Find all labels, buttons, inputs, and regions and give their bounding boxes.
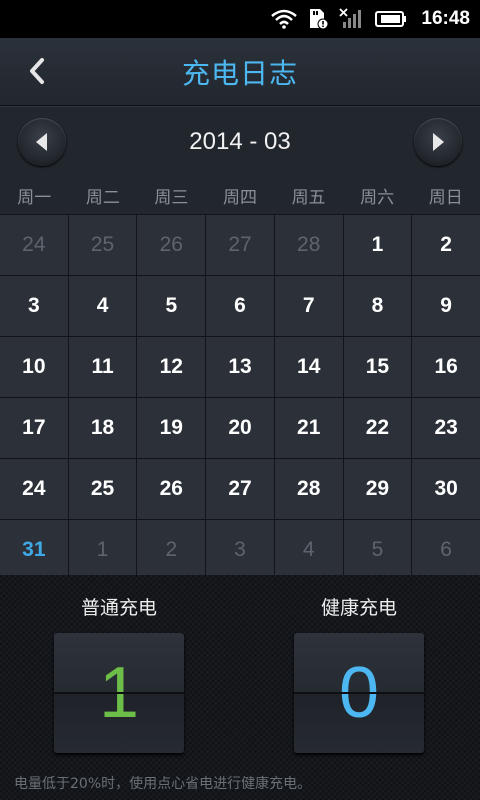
battery-icon [375, 10, 407, 28]
calendar-day[interactable]: 1 [68, 520, 137, 580]
normal-charge-label: 普通充电 [80, 597, 157, 619]
status-bar: 16:48 [0, 0, 480, 38]
calendar-day[interactable]: 12 [137, 337, 206, 397]
healthy-charge-count: 0 [294, 633, 424, 753]
calendar-day[interactable]: 14 [274, 337, 343, 397]
calendar-day[interactable]: 29 [343, 459, 412, 519]
calendar-day[interactable]: 5 [343, 520, 412, 580]
calendar-day[interactable]: 7 [274, 276, 343, 336]
calendar-day[interactable]: 28 [274, 215, 343, 275]
normal-charge-count: 1 [54, 633, 184, 753]
weekday-label: 周一 [17, 187, 52, 208]
calendar-day[interactable]: 3 [0, 276, 68, 336]
calendar-day[interactable]: 9 [412, 276, 480, 336]
calendar-day[interactable]: 21 [274, 398, 343, 458]
calendar-day[interactable]: 27 [206, 459, 274, 519]
triangle-left-icon [36, 132, 47, 151]
calendar-grid: 24 25 26 27 28 1 2 3 4 5 6 7 8 9 10 11 12 13 14 15 16 17 18 19 2… [0, 214, 480, 580]
weekday-label: 周日 [428, 187, 463, 208]
month-navigator: 2014 - 03 [0, 106, 480, 176]
calendar-day[interactable]: 18 [68, 398, 137, 458]
calendar-day[interactable]: 27 [206, 215, 274, 275]
calendar-day[interactable]: 6 [206, 276, 274, 336]
calendar-day[interactable]: 25 [68, 215, 137, 275]
calendar-day[interactable]: 26 [137, 459, 206, 519]
calendar-day[interactable]: 2 [137, 520, 206, 580]
calendar-day[interactable]: 22 [343, 398, 412, 458]
prev-month-button[interactable] [18, 117, 66, 166]
next-month-button[interactable] [413, 117, 462, 166]
calendar-day[interactable]: 30 [412, 459, 480, 519]
calendar-day[interactable]: 25 [68, 459, 137, 519]
hint-text: 电量低于20%时，使用点心省电进行健康充电。 [14, 776, 312, 792]
calendar-day[interactable]: 5 [137, 276, 206, 336]
chevron-left-icon[interactable] [22, 56, 52, 86]
calendar-day[interactable]: 13 [206, 337, 274, 397]
calendar-day[interactable]: 19 [137, 398, 206, 458]
weekday-label: 周六 [360, 187, 395, 208]
calendar-day[interactable]: 11 [68, 337, 137, 397]
calendar-day[interactable]: 15 [343, 337, 412, 397]
page-title: 充电日志 [181, 56, 298, 90]
current-month: 2014 - 03 [189, 127, 291, 155]
sd-notification-icon [307, 8, 329, 30]
calendar-day[interactable]: 24 [0, 215, 68, 275]
calendar-day[interactable]: 28 [274, 459, 343, 519]
calendar-day[interactable]: 1 [343, 215, 412, 275]
calendar-day[interactable]: 3 [206, 520, 274, 580]
weekday-label: 周五 [291, 187, 326, 208]
calendar-day[interactable]: 16 [412, 337, 480, 397]
calendar-day[interactable]: 10 [0, 337, 68, 397]
calendar-day[interactable]: 20 [206, 398, 274, 458]
no-signal-icon [339, 8, 365, 30]
weekday-label: 周二 [85, 187, 120, 208]
calendar-day[interactable]: 2 [412, 215, 480, 275]
calendar-day[interactable]: 24 [0, 459, 68, 519]
weekday-label: 周四 [222, 187, 257, 208]
calendar-day[interactable]: 17 [0, 398, 68, 458]
calendar-day-today[interactable]: 31 [0, 520, 68, 580]
normal-charge-counter: 普通充电 1 [54, 593, 184, 753]
clock: 16:48 [421, 8, 470, 29]
healthy-charge-counter: 健康充电 0 [294, 593, 424, 753]
calendar-day[interactable]: 8 [343, 276, 412, 336]
triangle-right-icon [432, 132, 444, 151]
weekday-label: 周三 [154, 187, 189, 208]
calendar-day[interactable]: 23 [412, 398, 480, 458]
wifi-icon [271, 9, 298, 29]
calendar-day[interactable]: 4 [274, 520, 343, 580]
weekday-header: 周一 周二 周三 周四 周五 周六 周日 [0, 176, 480, 214]
healthy-charge-label: 健康充电 [320, 597, 397, 619]
calendar-day[interactable]: 26 [137, 215, 206, 275]
title-bar: 充电日志 [0, 38, 480, 106]
calendar-day[interactable]: 4 [68, 276, 137, 336]
calendar-day[interactable]: 6 [412, 520, 480, 580]
charge-summary-panel: 普通充电 1 健康充电 0 电量低于20%时，使用点心省电进行健康充电。 [0, 575, 480, 800]
